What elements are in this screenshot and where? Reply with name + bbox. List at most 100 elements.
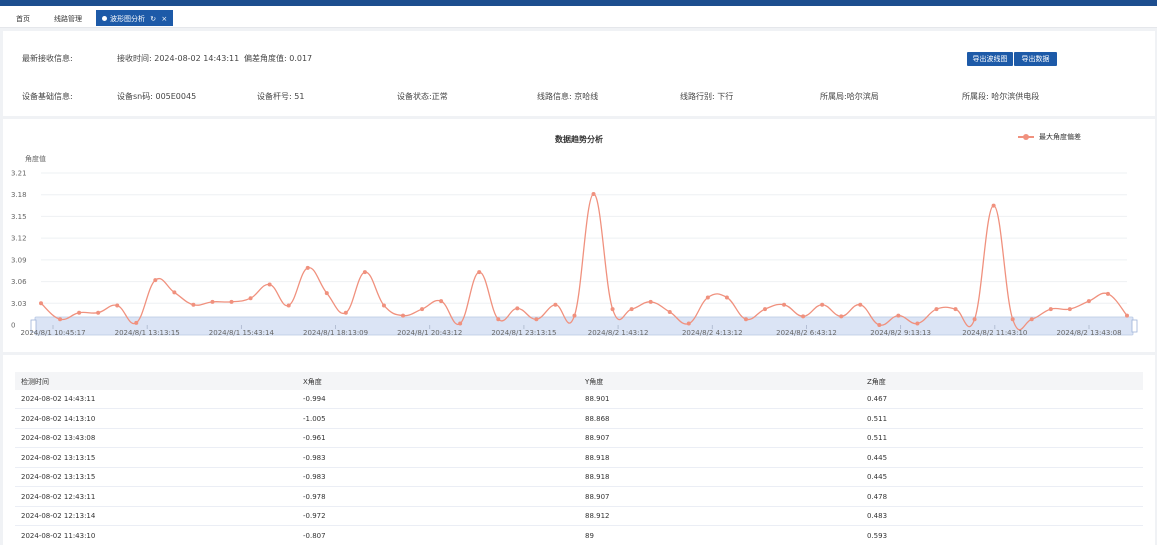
data-point[interactable] xyxy=(286,303,291,308)
series-line xyxy=(39,191,1129,331)
y-tick-label: 3.06 xyxy=(11,278,27,286)
data-point[interactable] xyxy=(705,295,710,300)
cell-z-angle: 0.467 xyxy=(867,395,888,403)
close-icon[interactable]: × xyxy=(161,15,167,23)
series-path xyxy=(40,193,1128,331)
data-point[interactable] xyxy=(96,310,101,315)
data-point[interactable] xyxy=(477,270,482,275)
data-point[interactable] xyxy=(324,291,329,296)
data-point[interactable] xyxy=(1067,307,1072,312)
tab-bar: 首页 线路管理 波形图分析 ↻ × xyxy=(0,6,1157,28)
data-point[interactable] xyxy=(1105,291,1110,296)
tab-line-management[interactable]: 线路管理 xyxy=(48,10,88,26)
cell-time: 2024-08-02 12:13:14 xyxy=(21,512,96,520)
data-point[interactable] xyxy=(458,321,463,326)
data-point[interactable] xyxy=(591,191,596,196)
data-point[interactable] xyxy=(953,307,958,312)
data-point[interactable] xyxy=(991,203,996,208)
cell-z-angle: 0.511 xyxy=(867,414,888,423)
data-point[interactable] xyxy=(362,270,367,275)
data-point[interactable] xyxy=(915,321,920,326)
data-point[interactable] xyxy=(610,307,615,312)
data-point[interactable] xyxy=(496,317,501,322)
data-point[interactable] xyxy=(934,307,939,312)
cell-z-angle: 0.593 xyxy=(867,531,888,540)
cell-time: 2024-08-02 11:43:10 xyxy=(21,531,96,540)
data-point[interactable] xyxy=(1125,313,1129,318)
data-point[interactable] xyxy=(743,317,748,322)
data-point[interactable] xyxy=(534,317,539,322)
tab-line-management-label: 线路管理 xyxy=(54,15,82,23)
data-point[interactable] xyxy=(972,317,977,322)
data-point[interactable] xyxy=(686,321,691,326)
data-point[interactable] xyxy=(1010,317,1015,322)
line-chart: 角度值 3.21 3.18 3.15 3.12 3.09 3.06 3.03 0 2024/8… xyxy=(11,154,1138,337)
data-point[interactable] xyxy=(820,302,825,307)
x-tick-label: 2024/8/1 15:43:14 xyxy=(209,329,275,337)
y-tick-label: 3.03 xyxy=(11,300,27,308)
data-point[interactable] xyxy=(191,302,196,307)
data-point[interactable] xyxy=(572,313,577,318)
line-info: 线路信息: 京哈线 xyxy=(537,92,599,101)
data-point[interactable] xyxy=(1048,307,1053,312)
tab-waveform-analysis[interactable]: 波形图分析 ↻ × xyxy=(96,10,174,26)
data-point[interactable] xyxy=(648,299,653,304)
data-point[interactable] xyxy=(801,314,806,319)
data-point[interactable] xyxy=(1029,317,1034,322)
data-point[interactable] xyxy=(439,299,444,304)
data-point[interactable] xyxy=(553,302,558,307)
data-point[interactable] xyxy=(858,302,863,307)
receive-time: 接收时间: 2024-08-02 14:43:11 xyxy=(117,54,240,63)
data-point[interactable] xyxy=(343,310,348,315)
data-point[interactable] xyxy=(667,309,672,314)
latest-info-label: 最新接收信息: xyxy=(22,54,73,63)
cell-y-angle: 88.907 xyxy=(585,492,610,501)
line-direction: 线路行别: 下行 xyxy=(680,92,734,101)
data-point[interactable] xyxy=(134,320,139,325)
data-point[interactable] xyxy=(629,307,634,312)
cell-y-angle: 88.912 xyxy=(585,512,610,520)
data-point[interactable] xyxy=(77,310,82,315)
data-point[interactable] xyxy=(248,296,253,301)
data-point[interactable] xyxy=(39,301,43,306)
data-point[interactable] xyxy=(210,299,215,304)
cell-x-angle: -0.983 xyxy=(303,453,326,462)
x-tick-label: 2024/8/2 4:13:12 xyxy=(682,329,743,337)
export-chart-button[interactable]: 导出波线图 xyxy=(967,52,1013,66)
y-tick-label: 3.09 xyxy=(11,256,27,264)
device-info-label: 设备基础信息: xyxy=(22,92,73,101)
x-tick-label: 2024/8/2 6:43:12 xyxy=(776,329,837,337)
data-point[interactable] xyxy=(515,306,520,311)
data-point[interactable] xyxy=(839,314,844,319)
data-point[interactable] xyxy=(229,299,234,304)
cell-x-angle: -0.978 xyxy=(303,492,326,501)
cell-x-angle: -1.005 xyxy=(303,414,326,423)
y-tick-labels: 3.21 3.18 3.15 3.12 3.09 3.06 3.03 0 xyxy=(11,170,27,330)
data-point[interactable] xyxy=(1086,299,1091,304)
header-y-angle: Y角度 xyxy=(585,378,604,386)
data-point[interactable] xyxy=(877,323,882,327)
data-point[interactable] xyxy=(401,313,405,318)
data-point[interactable] xyxy=(420,307,425,312)
cell-x-angle: -0.994 xyxy=(303,395,326,403)
data-point[interactable] xyxy=(724,295,729,300)
data-point[interactable] xyxy=(58,317,63,322)
data-point[interactable] xyxy=(381,303,386,308)
data-point[interactable] xyxy=(305,265,310,270)
header-time: 检测时间 xyxy=(21,378,49,386)
export-data-button[interactable]: 导出数据 xyxy=(1014,52,1057,66)
data-point[interactable] xyxy=(782,302,787,307)
data-point[interactable] xyxy=(115,303,120,308)
data-point[interactable] xyxy=(896,313,901,318)
zoom-right-handle[interactable] xyxy=(1131,319,1138,333)
data-point[interactable] xyxy=(763,307,767,312)
active-dot-icon xyxy=(102,16,107,21)
y-tick-label: 3.18 xyxy=(11,191,27,199)
info-panel: 最新接收信息: 接收时间: 2024-08-02 14:43:11 偏差角度值:… xyxy=(3,31,1155,116)
refresh-icon[interactable]: ↻ xyxy=(150,15,156,23)
data-point[interactable] xyxy=(172,290,177,295)
data-point[interactable] xyxy=(267,282,272,287)
data-point[interactable] xyxy=(153,278,158,283)
tab-home[interactable]: 首页 xyxy=(10,10,36,26)
header-z-angle: Z角度 xyxy=(867,378,886,386)
